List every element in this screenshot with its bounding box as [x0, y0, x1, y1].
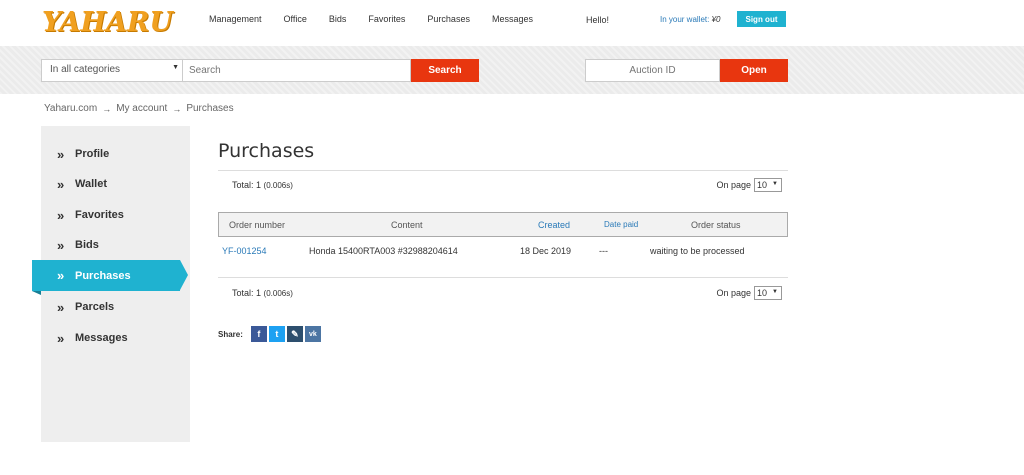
sidebar-item-label: Messages [75, 332, 128, 344]
chevron-down-icon: ▼ [772, 289, 778, 295]
divider [218, 277, 788, 278]
order-status: waiting to be processed [650, 246, 745, 256]
vk-icon[interactable]: vk [304, 326, 321, 342]
facebook-icon[interactable]: f [250, 326, 267, 342]
double-chevron-icon: » [57, 146, 65, 162]
breadcrumb-account[interactable]: My account [116, 103, 167, 114]
sidebar-item-bids[interactable]: » Bids [41, 232, 190, 258]
double-chevron-icon: » [57, 176, 65, 192]
double-chevron-icon: » [57, 237, 65, 253]
col-content: Content [391, 220, 423, 230]
sidebar-item-label: Profile [75, 148, 110, 160]
per-page-label: On page [716, 180, 751, 190]
nav-office[interactable]: Office [284, 14, 307, 24]
order-created: 18 Dec 2019 [520, 246, 572, 256]
nav-favorites[interactable]: Favorites [368, 14, 405, 24]
per-page-control: On page 10 ▼ [716, 178, 782, 192]
sidebar-item-label: Parcels [75, 301, 115, 313]
chevron-down-icon: ▼ [172, 64, 179, 71]
category-select[interactable]: In all categories ▼ [41, 59, 183, 82]
page-title: Purchases [218, 140, 315, 162]
col-date-paid[interactable]: Date paid [604, 220, 638, 229]
double-chevron-icon: » [57, 299, 65, 315]
nav-management[interactable]: Management [209, 14, 262, 24]
sidebar-item-purchases[interactable]: » Purchases [32, 260, 188, 295]
arrow-right-icon: → [172, 103, 182, 114]
twitter-icon[interactable]: t [268, 326, 285, 342]
order-number-link[interactable]: YF-001254 [222, 246, 267, 256]
logo[interactable]: YAHARU [42, 7, 173, 38]
sidebar-item-profile[interactable]: » Profile [41, 141, 190, 167]
breadcrumb-home[interactable]: Yaharu.com [44, 103, 97, 114]
double-chevron-icon: » [57, 330, 65, 346]
per-page-select[interactable]: 10 ▼ [754, 178, 782, 192]
category-value: In all categories [50, 64, 121, 75]
table-header: Order number Content Created Date paid O… [218, 212, 788, 237]
search-input[interactable] [183, 59, 411, 82]
col-order-status: Order status [691, 220, 741, 230]
order-content: Honda 15400RTA003 #32988204614 [309, 246, 458, 256]
query-time: (0.006s) [263, 289, 293, 298]
sidebar-item-label: Bids [75, 239, 99, 251]
sidebar-item-messages[interactable]: » Messages [41, 325, 190, 351]
nav-purchases[interactable]: Purchases [427, 14, 470, 24]
greeting: Hello! [586, 15, 610, 25]
per-page-value: 10 [757, 288, 768, 298]
sidebar-item-wallet[interactable]: » Wallet [41, 171, 190, 197]
total-count: Total: 1 (0.006s) [232, 180, 293, 190]
total-label: Total: 1 [232, 288, 262, 298]
chevron-down-icon: ▼ [772, 181, 778, 187]
sidebar-item-favorites[interactable]: » Favorites [41, 202, 190, 228]
double-chevron-icon: » [57, 207, 65, 223]
total-count-bottom: Total: 1 (0.006s) [232, 288, 293, 298]
sidebar-item-parcels[interactable]: » Parcels [41, 294, 190, 320]
search-button[interactable]: Search [411, 59, 479, 82]
share-label: Share: [218, 329, 243, 339]
total-label: Total: 1 [232, 180, 262, 190]
col-created[interactable]: Created [538, 220, 570, 230]
wallet-label: In your wallet: [660, 15, 710, 24]
wallet-balance[interactable]: In your wallet: ¥0 [660, 15, 721, 24]
query-time: (0.006s) [263, 181, 293, 190]
open-button[interactable]: Open [720, 59, 788, 82]
share-section: Share: f t ✎ vk [218, 326, 321, 342]
order-date-paid: --- [599, 246, 608, 256]
main-content: Purchases Total: 1 (0.006s) On page 10 ▼… [218, 140, 788, 342]
sidebar-item-label: Favorites [75, 209, 124, 221]
sidebar: » Profile » Wallet » Favorites » Bids » … [32, 126, 190, 442]
nav-bids[interactable]: Bids [329, 14, 347, 24]
auction-id-input[interactable] [585, 59, 720, 82]
wallet-amount: ¥0 [711, 15, 721, 24]
share-icons: f t ✎ vk [250, 326, 321, 342]
livejournal-icon[interactable]: ✎ [286, 326, 303, 342]
divider [218, 170, 788, 171]
header: YAHARU Management Office Bids Favorites … [0, 0, 1024, 46]
arrow-right-icon: → [102, 103, 112, 114]
double-chevron-icon: » [57, 268, 65, 283]
breadcrumb: Yaharu.com → My account → Purchases [44, 103, 234, 114]
nav-messages[interactable]: Messages [492, 14, 533, 24]
top-nav: Management Office Bids Favorites Purchas… [209, 14, 555, 24]
search-bar: In all categories ▼ Search Open [0, 46, 1024, 94]
per-page-value: 10 [757, 180, 768, 190]
sidebar-item-label: Wallet [75, 178, 107, 190]
per-page-control-bottom: On page 10 ▼ [716, 286, 782, 300]
sign-out-button[interactable]: Sign out [737, 11, 786, 27]
sidebar-item-label: Purchases [75, 269, 131, 282]
per-page-label: On page [716, 288, 751, 298]
breadcrumb-current: Purchases [186, 103, 234, 114]
col-order-number: Order number [229, 220, 286, 230]
per-page-select[interactable]: 10 ▼ [754, 286, 782, 300]
